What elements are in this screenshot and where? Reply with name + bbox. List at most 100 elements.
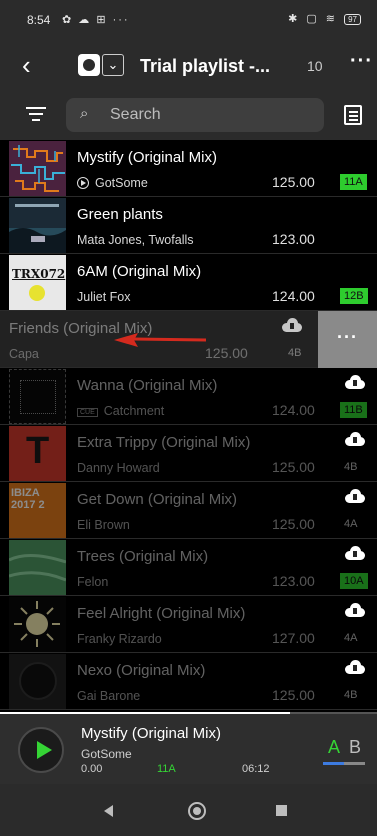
sun-icon — [29, 285, 45, 301]
system-nav-bar — [0, 784, 377, 836]
album-art: T — [9, 426, 66, 481]
track-row[interactable]: TRX072 6AM (Original Mix) Juliet Fox 124… — [0, 254, 377, 311]
bluetooth-wifi-icons: ✱ ▢ ≋ — [288, 13, 339, 25]
track-key: 4B — [344, 689, 358, 701]
track-title: Trees (Original Mix) — [77, 548, 209, 565]
track-key: 10A — [340, 573, 368, 589]
track-title: Nexo (Original Mix) — [77, 662, 206, 679]
track-artist: GotSome — [77, 176, 148, 190]
track-title: Mystify (Original Mix) — [77, 149, 218, 166]
album-art — [9, 597, 66, 652]
track-row[interactable]: Mystify (Original Mix) GotSome 125.00 11… — [0, 140, 377, 197]
now-playing-key: 11A — [157, 763, 176, 775]
swipe-arrow-icon — [114, 333, 207, 347]
cloud-download-icon[interactable] — [281, 318, 303, 332]
track-row[interactable]: Trees (Original Mix) Felon 123.00 10A — [0, 539, 377, 596]
cloud-download-icon[interactable] — [344, 375, 366, 389]
track-title: 6AM (Original Mix) — [77, 263, 202, 280]
track-key: 11A — [340, 174, 367, 190]
back-arrow-icon[interactable]: ‹ — [22, 50, 31, 81]
track-title: Get Down (Original Mix) — [77, 491, 238, 508]
track-row[interactable]: Nexo (Original Mix) Gai Barone 125.00 4B — [0, 653, 377, 710]
now-playing-title: Mystify (Original Mix) — [81, 725, 222, 742]
search-toolbar: ⌕ — [0, 92, 377, 140]
track-key: 4B — [288, 347, 302, 359]
cloud-download-icon[interactable] — [344, 489, 366, 503]
playback-progress[interactable] — [0, 712, 290, 714]
track-artist: Danny Howard — [77, 461, 160, 475]
track-key: 4B — [344, 461, 358, 473]
track-bpm: 124.00 — [272, 402, 315, 418]
track-bpm: 123.00 — [272, 573, 315, 589]
track-key: 12B — [340, 288, 368, 304]
chevron-down-icon[interactable]: ⌄ — [102, 54, 124, 76]
track-count: 10 — [307, 58, 323, 74]
track-artist: Franky Rizardo — [77, 632, 162, 646]
deck-a-button[interactable]: A — [328, 737, 340, 758]
track-artist: CUE Catchment — [77, 404, 164, 418]
track-bpm: 125.00 — [272, 174, 315, 190]
play-button[interactable] — [18, 727, 64, 773]
cue-icon: CUE — [77, 408, 98, 417]
cloud-download-icon[interactable] — [344, 546, 366, 560]
playlist-settings-icon[interactable] — [344, 105, 362, 125]
track-row[interactable]: Green plants Mata Jones, Twofalls 123.00 — [0, 197, 377, 254]
track-row[interactable]: IBIZA 2017 2 Get Down (Original Mix) Eli… — [0, 482, 377, 539]
track-row-swiped[interactable]: Friends (Original Mix) Capa 125.00 4B ··… — [0, 311, 377, 368]
track-artist: Eli Brown — [77, 518, 130, 532]
playlist-source-icon[interactable] — [78, 54, 100, 76]
track-bpm: 125.00 — [272, 687, 315, 703]
status-system-icons: ✱ ▢ ≋ 97 — [288, 12, 361, 25]
deck-crossfader[interactable] — [323, 762, 365, 765]
track-row[interactable]: Wanna (Original Mix) CUE Catchment 124.00… — [0, 368, 377, 425]
nav-back-icon[interactable] — [104, 805, 113, 817]
play-circle-icon — [77, 177, 89, 189]
nav-recents-icon[interactable] — [276, 805, 287, 816]
more-options-button[interactable]: ··· — [350, 50, 373, 73]
cloud-download-icon[interactable] — [344, 603, 366, 617]
mini-player[interactable]: Mystify (Original Mix) GotSome 0.00 11A … — [0, 712, 377, 784]
playlist-title: Trial playlist -... — [140, 56, 271, 76]
deck-b-button[interactable]: B — [349, 737, 361, 758]
album-art-label: IBIZA 2017 2 — [11, 487, 45, 511]
track-row[interactable]: T Extra Trippy (Original Mix) Danny Howa… — [0, 425, 377, 482]
album-art — [9, 198, 66, 253]
track-title: Extra Trippy (Original Mix) — [77, 434, 251, 451]
filter-icon[interactable] — [26, 107, 46, 125]
track-bpm: 125.00 — [272, 459, 315, 475]
now-playing-artist: GotSome — [81, 747, 132, 761]
status-bar: 8:54 ✿ ☁ ⊞ ··· ✱ ▢ ≋ 97 — [0, 0, 377, 40]
track-artist: Mata Jones, Twofalls — [77, 233, 194, 247]
album-art-label: TRX072 — [12, 267, 66, 281]
track-list[interactable]: Mystify (Original Mix) GotSome 125.00 11… — [0, 140, 377, 710]
row-more-button[interactable]: ··· — [318, 311, 377, 368]
track-key: 4A — [344, 518, 358, 530]
track-row[interactable]: Feel Alright (Original Mix) Franky Rizar… — [0, 596, 377, 653]
nav-home-icon[interactable] — [188, 802, 206, 820]
cloud-download-icon[interactable] — [344, 660, 366, 674]
track-bpm: 124.00 — [272, 288, 315, 304]
top-app-bar: ‹ ⌄ Trial playlist -... 10 ··· — [0, 40, 377, 92]
track-bpm: 125.00 — [272, 516, 315, 532]
track-bpm: 123.00 — [272, 231, 315, 247]
track-artist: Juliet Fox — [77, 290, 131, 304]
album-art: TRX072 — [9, 255, 66, 310]
track-artist: Gai Barone — [77, 689, 141, 703]
status-notification-icons: ✿ ☁ ⊞ ··· — [62, 14, 130, 26]
track-key: 4A — [344, 632, 358, 644]
album-art — [9, 540, 66, 595]
track-artist: Capa — [9, 347, 39, 361]
album-art — [9, 654, 66, 709]
track-title: Green plants — [77, 206, 163, 223]
cloud-download-icon[interactable] — [344, 432, 366, 446]
now-playing-position: 0.00 — [81, 763, 103, 775]
status-time: 8:54 — [27, 13, 51, 27]
now-playing-duration: 06:12 — [242, 763, 270, 775]
search-box[interactable]: ⌕ — [66, 98, 324, 132]
album-art: IBIZA 2017 2 — [9, 483, 66, 538]
track-key: 11B — [340, 402, 367, 418]
search-icon: ⌕ — [80, 105, 89, 122]
album-art — [9, 141, 66, 196]
track-title: Feel Alright (Original Mix) — [77, 605, 246, 622]
search-input[interactable] — [110, 102, 310, 128]
